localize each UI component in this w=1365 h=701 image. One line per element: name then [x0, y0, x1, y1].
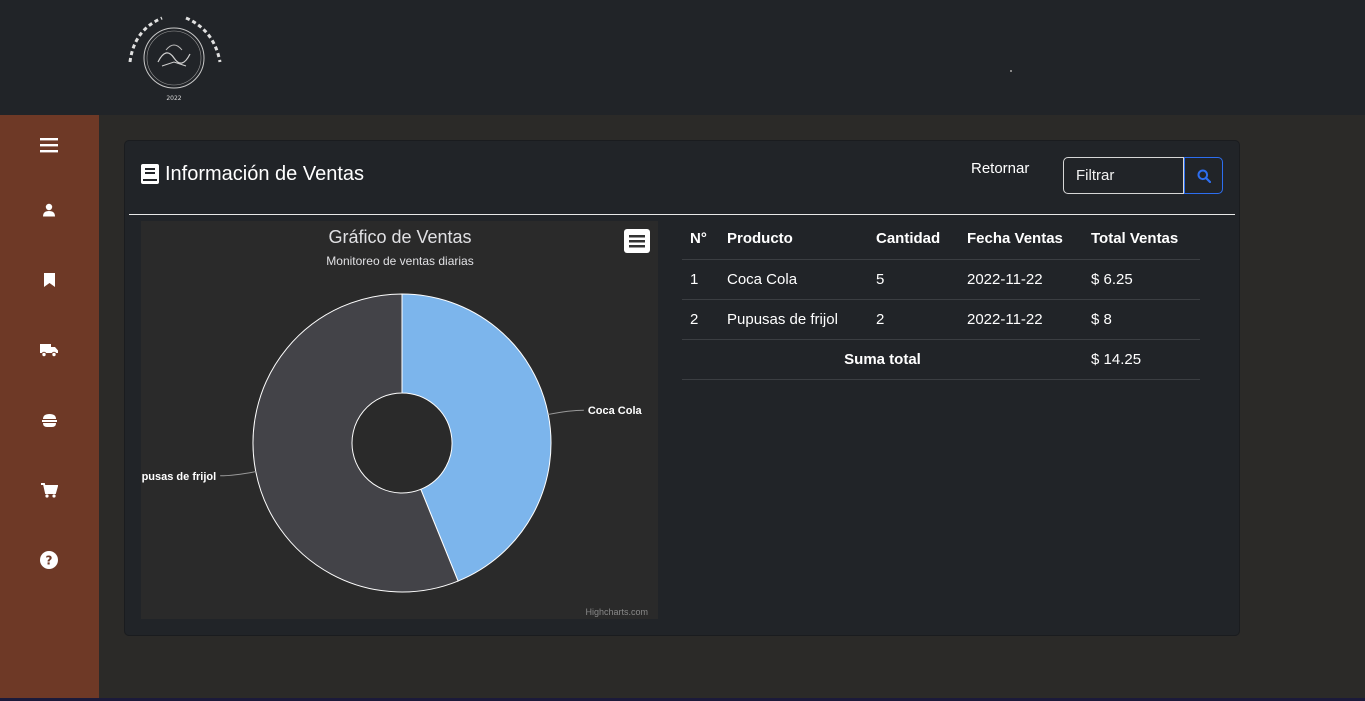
cell-date: 2022-11-22 — [959, 259, 1083, 300]
svg-text:?: ? — [46, 554, 53, 568]
search-button[interactable] — [1184, 157, 1223, 194]
table-header-row: N° Producto Cantidad Fecha Ventas Total … — [682, 219, 1200, 260]
cell-quantity: 2 — [868, 299, 959, 340]
retornar-link[interactable]: Retornar — [971, 160, 1029, 177]
sidebar-item-products[interactable] — [33, 404, 65, 436]
slice-label: Pupusas de frijol — [141, 471, 216, 483]
top-header: 2022 — [0, 0, 1365, 115]
page-title: Información de Ventas — [165, 162, 365, 185]
table-row: 1 Coca Cola 5 2022-11-22 $ 6.25 — [682, 259, 1200, 300]
sales-table: N° Producto Cantidad Fecha Ventas Total … — [682, 219, 1200, 380]
sidebar-item-delivery[interactable] — [33, 334, 65, 366]
sidebar-item-help[interactable]: ? — [33, 544, 65, 576]
sales-info-card: Información de Ventas Retornar Gráfico d… — [124, 140, 1240, 636]
sum-row: Suma total $ 14.25 — [682, 339, 1200, 380]
slice-label: Coca Cola — [588, 405, 643, 417]
col-header-quantity: Cantidad — [868, 219, 959, 260]
slice-connector — [548, 409, 584, 415]
filter-input[interactable] — [1063, 157, 1184, 194]
table-row: 2 Pupusas de frijol 2 2022-11-22 $ 8 — [682, 299, 1200, 340]
chart-title: Gráfico de Ventas — [328, 227, 471, 247]
bookmark-icon — [43, 273, 55, 287]
sales-chart: Gráfico de Ventas Monitoreo de ventas di… — [141, 221, 658, 619]
cell-total: $ 6.25 — [1083, 259, 1200, 300]
burger-icon — [41, 413, 57, 427]
cell-product: Coca Cola — [719, 259, 868, 300]
col-header-number: N° — [682, 219, 719, 260]
user-icon — [43, 203, 55, 217]
col-header-date: Fecha Ventas — [959, 219, 1083, 260]
pie-chart-svg: Gráfico de Ventas Monitoreo de ventas di… — [141, 227, 648, 617]
slice-connector — [220, 471, 256, 477]
chart-credits[interactable]: Highcharts.com — [585, 607, 648, 617]
cell-quantity: 5 — [868, 259, 959, 300]
cell-number: 1 — [682, 259, 719, 300]
cell-date: 2022-11-22 — [959, 299, 1083, 340]
card-title: Información de Ventas — [141, 161, 364, 187]
truck-icon — [40, 343, 58, 357]
cart-icon — [40, 482, 58, 498]
book-icon — [141, 164, 159, 184]
sidebar: ? — [0, 115, 99, 701]
col-header-product: Producto — [719, 219, 868, 260]
cell-number: 2 — [682, 299, 719, 340]
chart-menu-icon — [629, 235, 645, 248]
cell-product: Pupusas de frijol — [719, 299, 868, 340]
sidebar-item-sales[interactable] — [33, 474, 65, 506]
header-dot — [1010, 70, 1012, 72]
sum-label: Suma total — [682, 339, 1083, 380]
chart-subtitle: Monitoreo de ventas diarias — [326, 254, 473, 268]
sum-value: $ 14.25 — [1083, 339, 1200, 380]
col-header-total: Total Ventas — [1083, 219, 1200, 260]
chart-menu-button[interactable] — [624, 229, 650, 253]
sidebar-item-users[interactable] — [33, 194, 65, 226]
sidebar-item-bookmarks[interactable] — [33, 264, 65, 296]
cell-total: $ 8 — [1083, 299, 1200, 340]
help-icon: ? — [40, 551, 58, 569]
svg-text:2022: 2022 — [166, 95, 181, 102]
search-icon — [1197, 169, 1211, 183]
sidebar-menu-toggle[interactable] — [33, 129, 65, 161]
brand-logo[interactable]: 2022 — [122, 10, 226, 104]
hamburger-icon — [40, 138, 58, 153]
card-divider — [129, 214, 1235, 215]
